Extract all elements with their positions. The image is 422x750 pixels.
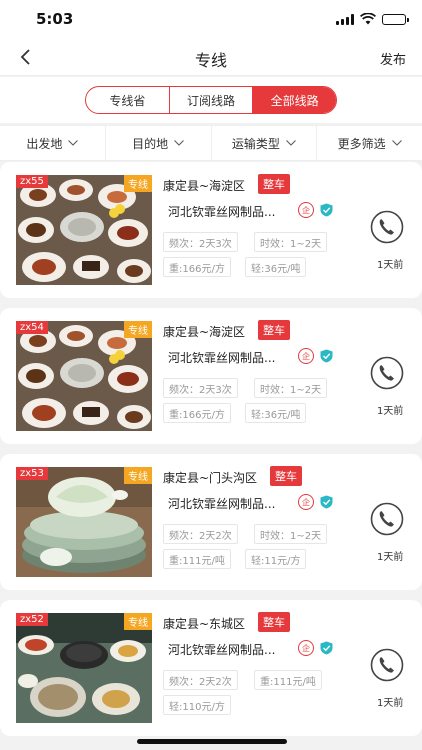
posted-time: 1天前 [377,260,404,271]
route-code: zx54 [16,321,48,334]
route-code: zx55 [16,175,48,188]
route-card[interactable]: zx54 专线 康定县~海淀区 整车 河北钦霏丝网制品... 企 频次：2天3次… [0,308,422,444]
light-price-pill: 轻:36元/吨 [245,403,307,423]
status-bar: 5:03 [0,0,422,40]
company-name[interactable]: 河北钦霏丝网制品... [168,349,275,366]
route-text: 康定县~东城区 [163,617,246,631]
route-card[interactable]: zx52 专线 康定县~东城区 整车 河北钦霏丝网制品... 企 频次：2天2次… [0,600,422,736]
transport-badge: 整车 [270,466,302,486]
line-tag: 专线 [124,467,152,484]
route-code: zx53 [16,467,48,480]
publish-button[interactable]: 发布 [380,49,406,68]
filter-bar: 出发地 目的地 运输类型 更多筛选 [0,125,422,161]
segment-subscribed-lines[interactable]: 订阅线路 [168,87,253,113]
line-tag: 专线 [124,613,152,630]
heavy-price-pill: 重:166元/方 [163,257,231,277]
frequency-pill: 频次：2天3次 [163,232,238,252]
home-indicator [137,739,287,744]
chevron-down-icon [391,140,402,146]
segment-all-lines[interactable]: 全部线路 [252,87,336,113]
filter-label: 目的地 [132,136,169,151]
route-code: zx52 [16,613,48,626]
heavy-price-pill: 重:166元/方 [163,403,231,423]
posted-time: 1天前 [377,552,404,563]
phone-icon[interactable] [370,502,404,536]
posted-time: 1天前 [377,698,404,709]
transport-badge: 整车 [258,612,290,632]
filter-label: 出发地 [26,136,63,151]
chevron-down-icon [174,140,184,146]
company-name[interactable]: 河北钦霏丝网制品... [168,203,275,220]
cabbage-plate-image: zx53 专线 [16,467,152,577]
route-text: 康定县~海淀区 [163,179,246,193]
filter-destination[interactable]: 目的地 [104,126,211,160]
enterprise-icon: 企 [298,494,314,510]
frequency-pill: 频次：2天2次 [163,524,238,544]
filter-more[interactable]: 更多筛选 [316,126,422,160]
frequency-pill: 频次：2天2次 [163,670,238,690]
route-segmented-control: 专线省 订阅线路 全部线路 [85,86,337,114]
enterprise-icon: 企 [298,348,314,364]
route-text: 康定县~门头沟区 [163,471,258,485]
frequency-pill: 频次：2天3次 [163,378,238,398]
line-tag: 专线 [124,321,152,338]
light-price-pill: 轻:36元/吨 [245,257,307,277]
status-time: 5:03 [36,10,74,28]
signal-icon [336,13,354,25]
chevron-down-icon [286,140,296,146]
hotpot-table-image: zx52 专线 [16,613,152,723]
segment-province-lines[interactable]: 专线省 [86,87,169,113]
company-name[interactable]: 河北钦霏丝网制品... [168,641,275,658]
status-icons [336,13,409,25]
phone-icon[interactable] [370,210,404,244]
duration-pill: 时效：1~2天 [254,378,328,398]
transport-badge: 整车 [258,320,290,340]
chevron-down-icon [68,140,79,146]
route-card[interactable]: zx53 专线 康定县~门头沟区 整车 河北钦霏丝网制品... 企 频次：2天2… [0,454,422,590]
food-platter-image: zx55 专线 [16,175,152,285]
light-price-pill: 轻:11元/方 [245,549,307,569]
heavy-price-pill: 重:111元/吨 [254,670,322,690]
line-tag: 专线 [124,175,152,192]
verified-shield-icon [320,349,333,363]
verified-shield-icon [320,495,333,509]
phone-icon[interactable] [370,648,404,682]
food-platter-image: zx54 专线 [16,321,152,431]
posted-time: 1天前 [377,406,404,417]
route-card[interactable]: zx55 专线 康定县~海淀区 整车 河北钦霏丝网制品... 企 频次：2天3次… [0,162,422,298]
duration-pill: 时效：1~2天 [254,524,328,544]
segment-bar: 专线省 订阅线路 全部线路 [0,77,422,123]
enterprise-icon: 企 [298,640,314,656]
nav-bar: 专线 发布 [0,40,422,76]
page-title: 专线 [194,51,227,70]
verified-shield-icon [320,641,333,655]
battery-icon [382,13,409,25]
heavy-price-pill: 重:111元/吨 [163,549,231,569]
company-name[interactable]: 河北钦霏丝网制品... [168,495,275,512]
light-price-pill: 轻:110元/方 [163,695,231,715]
filter-origin[interactable]: 出发地 [0,126,105,160]
transport-badge: 整车 [258,174,290,194]
route-text: 康定县~海淀区 [163,325,246,339]
enterprise-icon: 企 [298,202,314,218]
filter-transport-type[interactable]: 运输类型 [210,126,317,160]
filter-label: 更多筛选 [337,136,386,151]
verified-shield-icon [320,203,333,217]
duration-pill: 时效：1~2天 [254,232,328,252]
phone-icon[interactable] [370,356,404,390]
wifi-icon [360,13,376,25]
filter-label: 运输类型 [231,136,280,151]
